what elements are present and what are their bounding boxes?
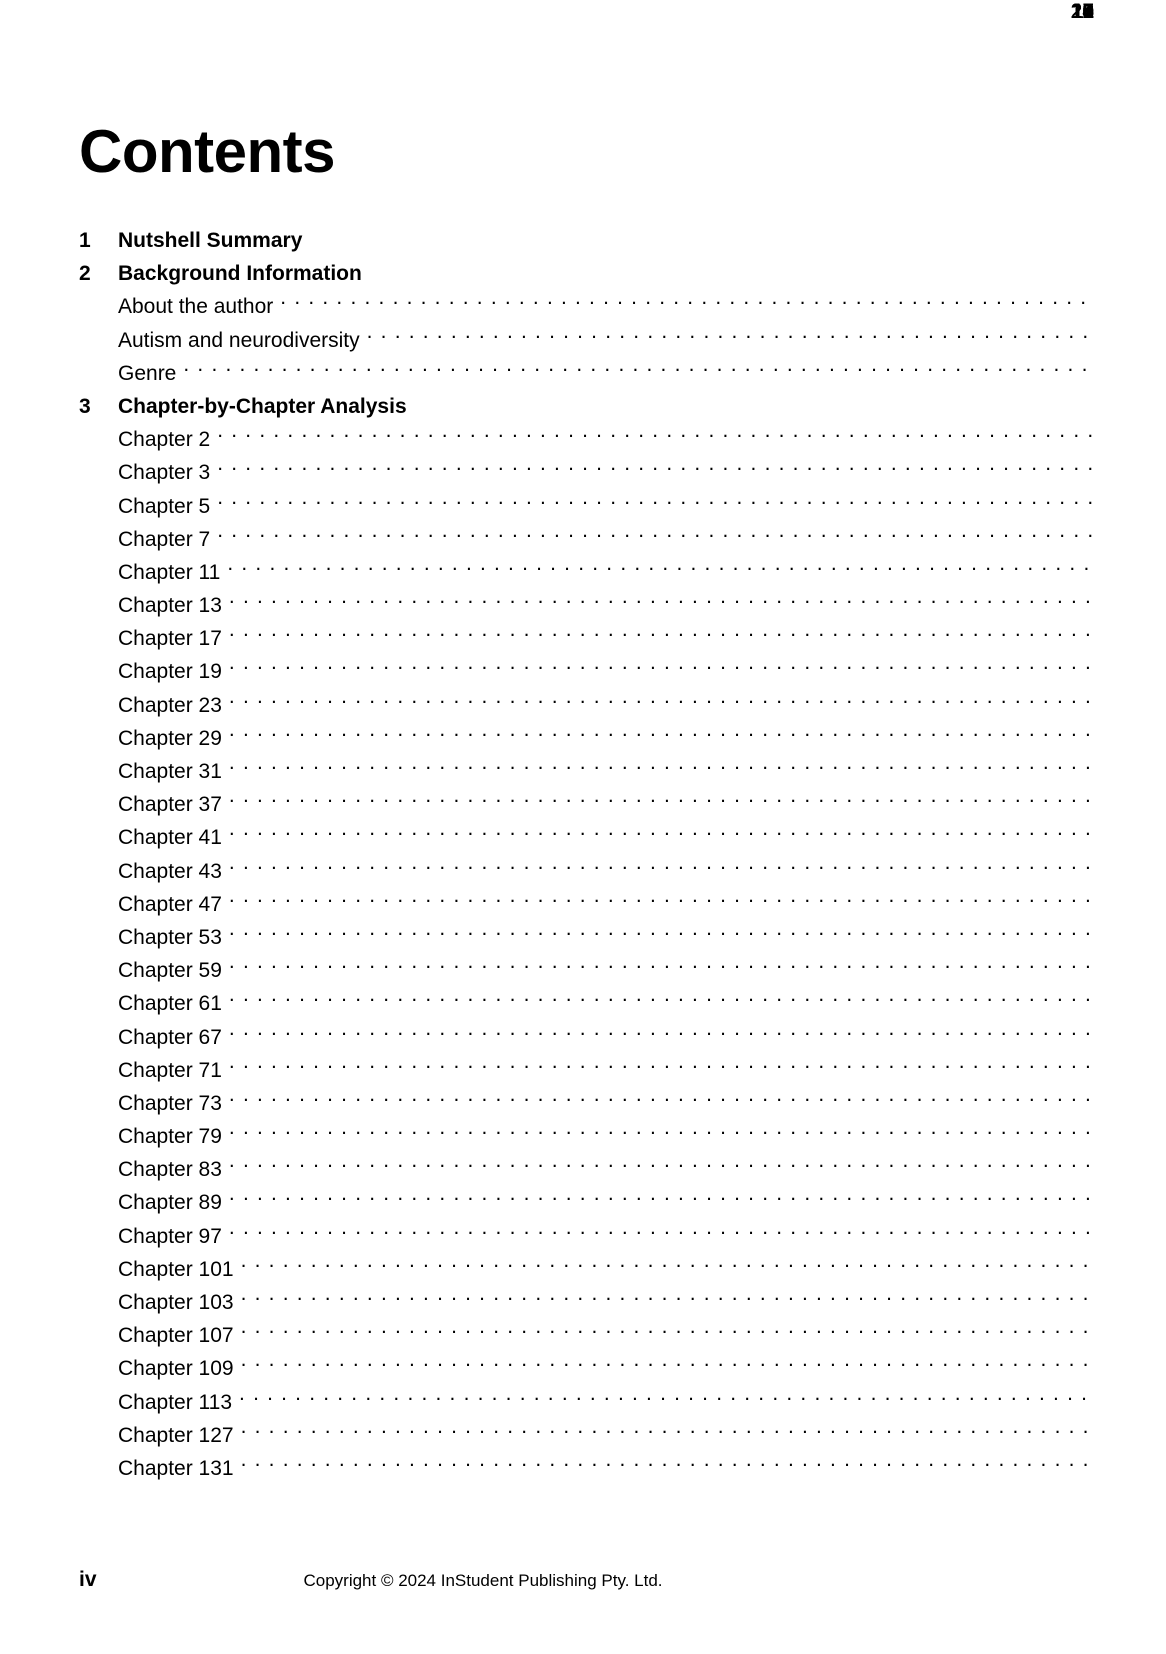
toc-page: Contents 1Nutshell Summary..............… [0,0,1166,1654]
toc-entry-row[interactable]: Chapter 131.............................… [72,0,1094,1487]
page-footer: iv Copyright © 2024 InStudent Publishing… [72,1568,1094,1596]
toc-list: 1Nutshell Summary.......................… [72,0,1094,1487]
toc-entry-page-number: 23 [1070,0,1094,23]
copyright-notice: Copyright © 2024 InStudent Publishing Pt… [303,1571,663,1590]
